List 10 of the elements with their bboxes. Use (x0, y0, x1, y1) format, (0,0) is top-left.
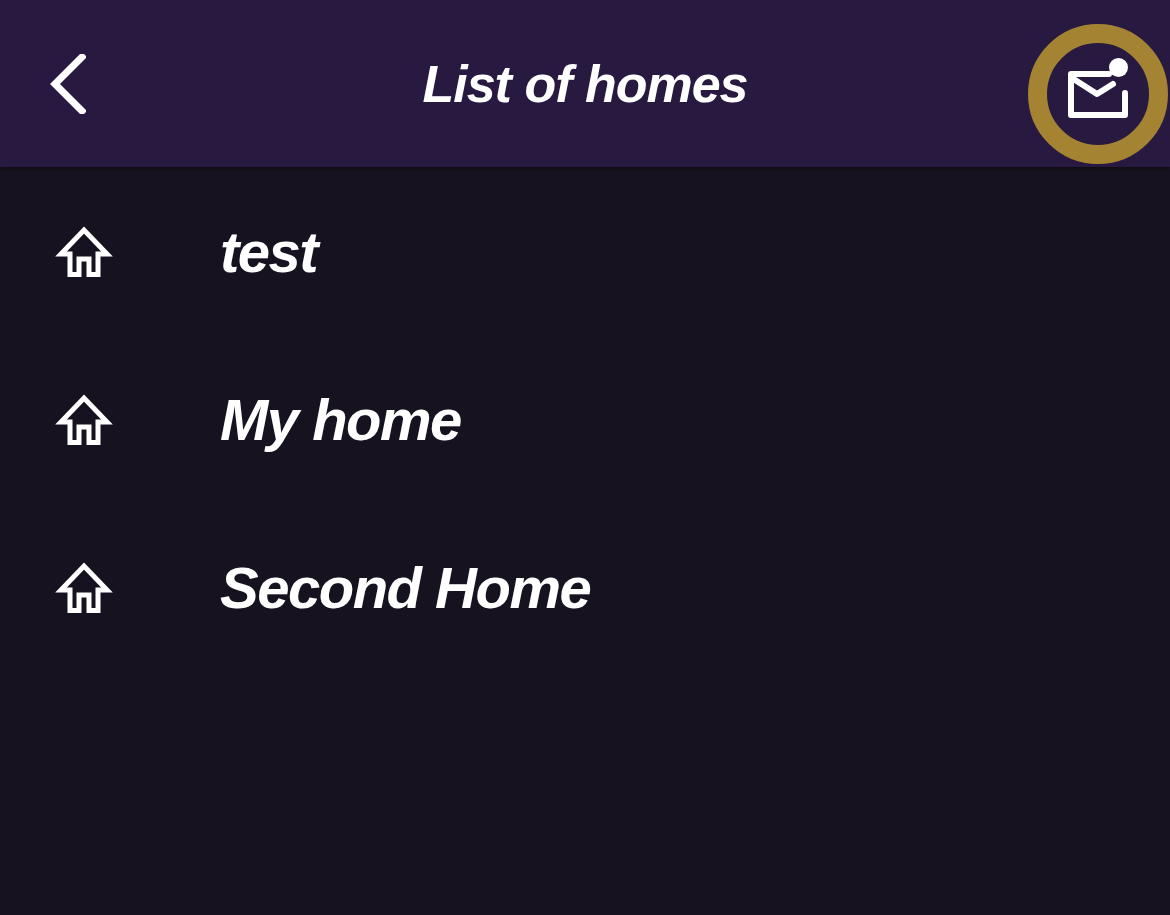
envelope-icon (1067, 68, 1129, 119)
house-icon (55, 561, 113, 613)
chevron-left-icon (48, 53, 86, 114)
home-list-item[interactable]: test (0, 167, 1170, 335)
house-icon (55, 393, 113, 445)
home-list-item[interactable]: My home (0, 335, 1170, 503)
mail-button[interactable] (1028, 23, 1168, 164)
house-icon (55, 225, 113, 277)
page-title: List of homes (422, 53, 748, 114)
home-list-item[interactable]: Second Home (0, 503, 1170, 671)
